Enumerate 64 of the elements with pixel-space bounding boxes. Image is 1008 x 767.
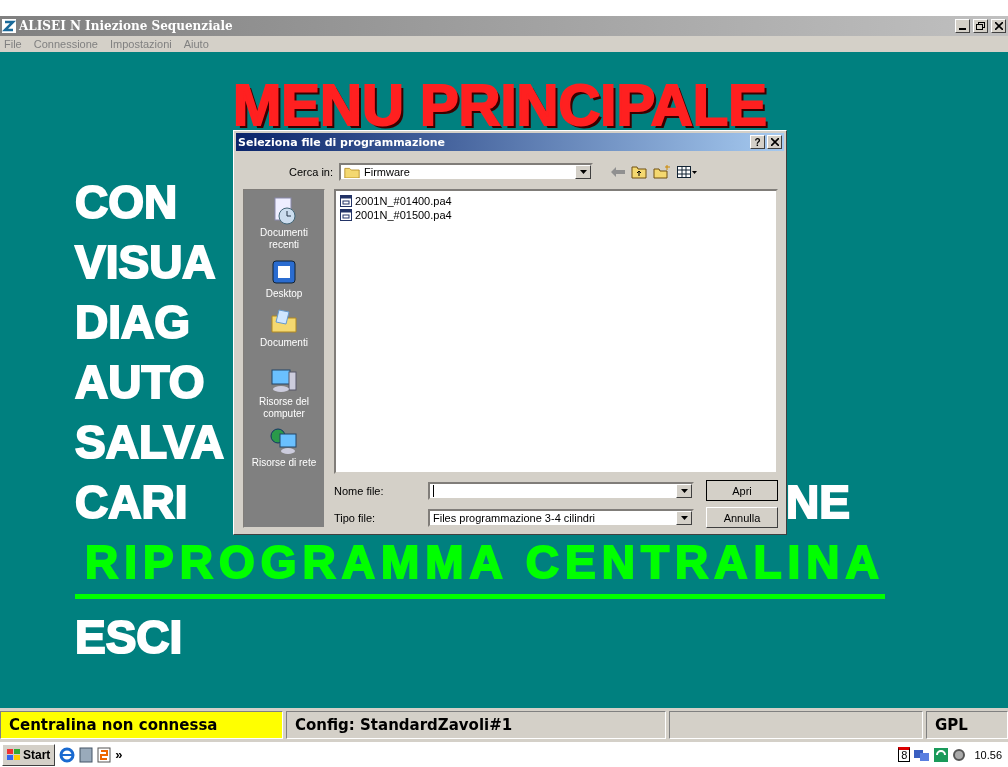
- documents-folder-icon: [269, 306, 299, 336]
- list-entry[interactable]: 2001N_#01400.pa4: [340, 195, 452, 207]
- calendar-icon[interactable]: 8: [898, 747, 911, 762]
- caret-icon: [680, 515, 688, 520]
- folder-icon: [344, 165, 361, 179]
- places-item[interactable]: Desktop: [244, 257, 324, 300]
- caret-icon: [680, 488, 688, 493]
- places-item[interactable]: Risorse di rete: [244, 426, 324, 469]
- close-icon: [770, 138, 779, 146]
- up-folder-icon[interactable]: [631, 165, 648, 179]
- menu-bar-item[interactable]: Aiuto: [183, 38, 209, 50]
- close-button[interactable]: [767, 135, 782, 149]
- clock: 10.56: [973, 748, 1003, 761]
- app-icon[interactable]: [97, 746, 112, 763]
- main-menu-item[interactable]: CARI: [75, 476, 188, 528]
- open-button[interactable]: Apri: [706, 480, 778, 501]
- view-menu-icon[interactable]: [677, 166, 698, 178]
- main-menu-item[interactable]: DIAG: [75, 296, 190, 348]
- file-type-dropdown[interactable]: Files programmazione 3-4 cilindri: [428, 508, 694, 527]
- document-icon[interactable]: [79, 746, 94, 763]
- main-menu-item[interactable]: VISUA: [75, 236, 216, 288]
- main-menu-item[interactable]: NE: [786, 476, 850, 528]
- main-menu-item[interactable]: SALVA: [75, 416, 225, 468]
- new-folder-icon[interactable]: [653, 165, 672, 179]
- start-button[interactable]: Start: [2, 743, 56, 766]
- desktop-icon: [269, 257, 299, 287]
- look-in-dropdown[interactable]: Firmware: [339, 163, 594, 181]
- cancel-button[interactable]: Annulla: [706, 507, 778, 528]
- caret-icon: [579, 170, 587, 174]
- list-entry[interactable]: 2001N_#01500.pa4: [340, 209, 452, 221]
- file-name-label: Nome file:: [334, 484, 385, 497]
- fuel-status: GPL: [926, 711, 1008, 739]
- file-name-field[interactable]: [428, 481, 694, 500]
- help-button[interactable]: ?: [750, 135, 765, 149]
- main-menu-item[interactable]: AUTO: [75, 356, 205, 408]
- main-menu-item[interactable]: CON: [75, 176, 178, 228]
- text-cursor-icon: [433, 484, 434, 497]
- file-type-label: Tipo file:: [334, 511, 377, 524]
- restore-button[interactable]: [973, 19, 988, 33]
- menu-bar-item[interactable]: File: [4, 38, 22, 50]
- places-item[interactable]: Documenti: [244, 306, 324, 349]
- window-title: ALISEI N Iniezione Sequenziale: [19, 19, 234, 33]
- places-item[interactable]: Documenti recenti: [244, 196, 324, 251]
- browser-icon[interactable]: [59, 746, 76, 763]
- document-icon: [340, 209, 352, 221]
- document-icon: [340, 195, 352, 207]
- close-button[interactable]: [991, 19, 1006, 33]
- more-button[interactable]: »: [115, 747, 123, 762]
- dialog-title: Seleziona file di programmazione: [238, 135, 447, 149]
- menu-bar-item[interactable]: Connessione: [33, 38, 98, 50]
- network-computer-icon: [269, 426, 299, 456]
- menu-bar-item[interactable]: Impostazioni: [109, 38, 172, 50]
- network-icon[interactable]: [914, 747, 931, 762]
- places-item[interactable]: Risorse del computer: [244, 365, 324, 420]
- windows-flag-icon: [7, 748, 21, 761]
- close-icon: [994, 22, 1003, 30]
- app-logo-icon: [2, 19, 16, 33]
- minimize-button[interactable]: [955, 19, 970, 33]
- config-status: Config: StandardZavoli#1: [286, 711, 666, 739]
- main-menu-item[interactable]: ESCI: [75, 611, 183, 663]
- main-menu-title: MENU PRINCIPALE: [233, 76, 767, 134]
- connection-status: Centralina non connessa: [0, 711, 283, 739]
- look-in-label: Cerca in:: [289, 166, 334, 178]
- restore-icon: [976, 22, 985, 30]
